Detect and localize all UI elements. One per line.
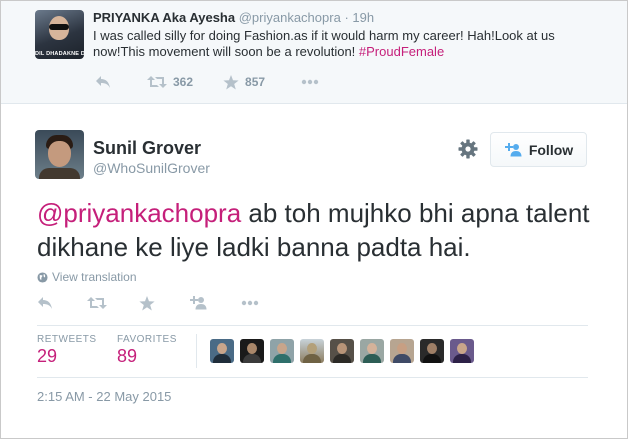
parent-tweet-body: I was called silly for doing Fashion.as … — [93, 28, 555, 59]
favoriter-avatar[interactable] — [330, 339, 354, 363]
follow-button[interactable]: Follow — [490, 132, 587, 167]
favoriter-avatar[interactable] — [360, 339, 384, 363]
favoriter-avatar[interactable] — [300, 339, 324, 363]
add-user-icon — [504, 142, 522, 156]
avatar-sunglasses — [49, 24, 69, 30]
favoriter-avatar[interactable] — [390, 339, 414, 363]
favoriter-avatar[interactable] — [270, 339, 294, 363]
view-translation-link[interactable]: View translation — [37, 270, 137, 284]
add-user-icon — [190, 296, 207, 310]
share-button[interactable] — [189, 296, 207, 310]
retweet-button[interactable] — [87, 296, 107, 310]
follow-label: Follow — [528, 141, 574, 158]
retweets-label: RETWEETS — [37, 334, 97, 345]
tweet-timestamp[interactable]: 2:15 AM - 22 May 2015 — [37, 389, 171, 404]
more-dots-icon — [301, 79, 319, 85]
parent-tweet-actions: 362 857 — [95, 73, 319, 91]
gear-icon[interactable] — [458, 139, 478, 159]
favoriters-avatars — [210, 339, 480, 363]
favorites-label: FAVORITES — [117, 334, 177, 345]
author-handle[interactable]: @WhoSunilGrover — [93, 160, 210, 176]
retweets-count[interactable]: 29 — [37, 346, 57, 367]
more-dots-icon — [241, 300, 259, 306]
star-icon — [139, 295, 155, 310]
parent-avatar[interactable]: DIL DHADAKNE DO — [35, 10, 84, 59]
globe-icon — [37, 271, 48, 283]
stats-top-divider — [37, 325, 588, 326]
more-button[interactable] — [301, 79, 319, 85]
parent-tweet-time[interactable]: 19h — [352, 10, 374, 25]
reply-button[interactable] — [95, 75, 111, 89]
favoriter-avatar[interactable] — [450, 339, 474, 363]
parent-tweet-text: I was called silly for doing Fashion.as … — [93, 28, 593, 60]
header-separator: · — [344, 10, 349, 25]
reply-icon — [38, 297, 52, 309]
retweet-icon — [147, 76, 167, 88]
mention-link[interactable]: @priyankachopra — [37, 198, 241, 228]
avatar-poster-text: DIL DHADAKNE DO — [35, 51, 84, 57]
favoriter-avatar[interactable] — [210, 339, 234, 363]
retweet-button[interactable]: 362 — [147, 75, 193, 89]
parent-author-handle[interactable]: @priyankachopra — [239, 10, 341, 25]
tweet-text: @priyankachopra ab toh mujhko bhi apna t… — [37, 196, 597, 264]
hashtag-link[interactable]: #ProudFemale — [359, 44, 444, 59]
star-icon — [223, 74, 239, 89]
retweet-icon — [87, 297, 107, 309]
favorite-count: 857 — [245, 75, 266, 89]
favoriter-avatar[interactable] — [240, 339, 264, 363]
parent-tweet-header: PRIYANKA Aka Ayesha @priyankachopra · 19… — [93, 10, 374, 26]
retweet-count: 362 — [173, 75, 194, 89]
stats-bottom-divider — [37, 377, 588, 378]
view-translation-label: View translation — [52, 270, 137, 284]
favorite-button[interactable] — [139, 295, 155, 311]
more-button[interactable] — [241, 300, 259, 306]
avatar-shirt — [39, 168, 80, 179]
tweet-actions — [37, 294, 259, 312]
favorite-button[interactable]: 857 — [223, 74, 266, 90]
stats-divider — [196, 334, 197, 368]
avatar-face — [48, 141, 71, 167]
reply-button[interactable] — [37, 296, 53, 310]
author-avatar[interactable] — [35, 130, 84, 179]
parent-author-name[interactable]: PRIYANKA Aka Ayesha — [93, 10, 235, 25]
favorites-count[interactable]: 89 — [117, 346, 137, 367]
author-name[interactable]: Sunil Grover — [93, 138, 201, 159]
favoriter-avatar[interactable] — [420, 339, 444, 363]
reply-icon — [96, 76, 110, 88]
